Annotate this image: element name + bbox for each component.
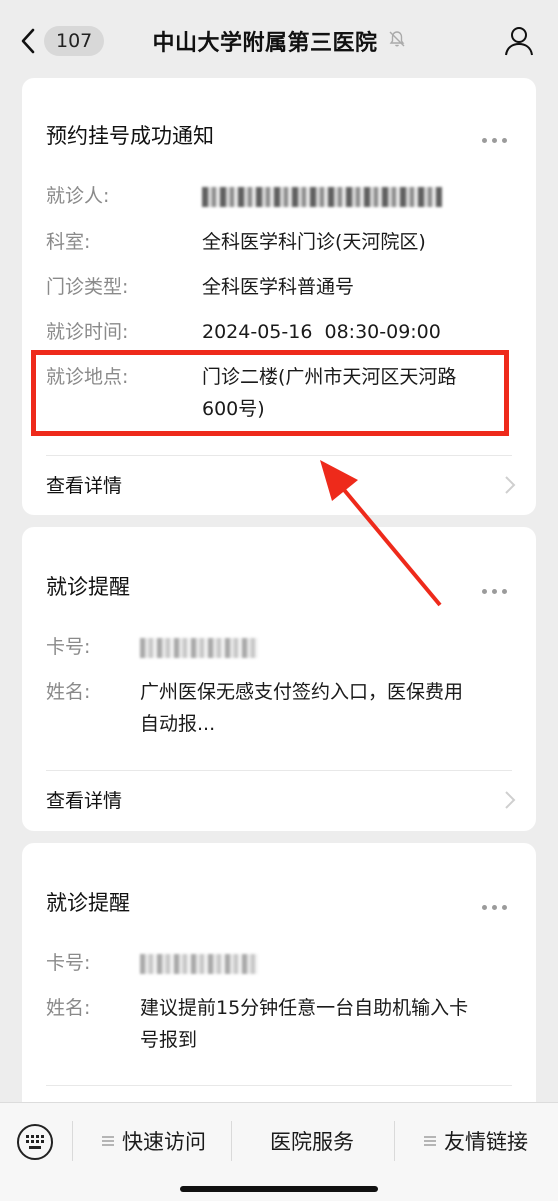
info-row-visit-time: 就诊时间: 2024-05-16 08:30-09:00 xyxy=(46,316,512,348)
view-details-link[interactable]: 查看详情 xyxy=(22,455,536,515)
unread-count-badge: 107 xyxy=(44,26,105,56)
field-label: 就诊时间: xyxy=(46,321,129,343)
field-value: 全科医学科普通号 xyxy=(202,276,355,298)
info-row-clinic-type: 门诊类型: 全科医学科普通号 xyxy=(46,271,512,303)
more-icon[interactable] xyxy=(482,128,512,143)
field-value: 广州医保无感支付签约入口，医保费用 自动报... xyxy=(140,676,463,740)
divider xyxy=(46,1085,512,1086)
card-title: 预约挂号成功通知 xyxy=(46,124,214,148)
field-label: 科室: xyxy=(46,231,91,253)
mute-bell-icon xyxy=(388,30,406,52)
card-title: 就诊提醒 xyxy=(46,575,130,599)
menu-lines-icon xyxy=(102,1136,114,1146)
name-line-2: 号报到 xyxy=(140,1029,198,1051)
info-row-department: 科室: 全科医学科门诊(天河院区) xyxy=(46,226,512,258)
info-row-card-number: 卡号: xyxy=(46,631,512,663)
more-icon[interactable] xyxy=(482,895,512,910)
menu-label: 快速访问 xyxy=(122,1130,206,1154)
chevron-left-icon xyxy=(21,28,35,54)
visit-reminder-card-2: 就诊提醒 卡号: 姓名: 建议提前15分钟任意一台自助机输入卡 号报到 xyxy=(22,843,536,1143)
field-value: 全科医学科门诊(天河院区) xyxy=(202,231,426,253)
profile-icon[interactable] xyxy=(502,24,536,58)
field-label: 卡号: xyxy=(46,952,91,974)
menu-friendly-links[interactable]: 友情链接 xyxy=(396,1117,556,1165)
card-title: 就诊提醒 xyxy=(46,891,130,915)
menu-label: 友情链接 xyxy=(444,1130,528,1154)
info-row-name: 姓名: 广州医保无感支付签约入口，医保费用 自动报... xyxy=(46,676,512,740)
view-details-label: 查看详情 xyxy=(46,790,123,812)
card-number-redacted xyxy=(140,947,258,979)
separator xyxy=(72,1121,73,1161)
more-icon[interactable] xyxy=(482,579,512,594)
field-value: 建议提前15分钟任意一台自助机输入卡 号报到 xyxy=(140,992,468,1056)
menu-lines-icon xyxy=(424,1136,436,1146)
field-value: 2024-05-16 08:30-09:00 xyxy=(202,321,441,343)
visit-reminder-card: 就诊提醒 卡号: 姓名: 广州医保无感支付签约入口，医保费用 自动报... 查看… xyxy=(22,527,536,831)
page-title: 中山大学附属第三医院 xyxy=(152,31,378,56)
keyboard-toggle-icon[interactable] xyxy=(16,1123,54,1161)
home-indicator xyxy=(180,1186,378,1192)
appointment-success-card: 预约挂号成功通知 就诊人: 科室: 全科医学科门诊(天河院区) 门诊类型: 全科… xyxy=(22,78,536,515)
name-line-1: 广州医保无感支付签约入口，医保费用 xyxy=(140,681,464,703)
separator xyxy=(394,1121,395,1161)
back-button[interactable]: 107 xyxy=(18,24,105,58)
highlight-box xyxy=(31,350,509,436)
name-line-2: 自动报... xyxy=(140,713,216,735)
field-label: 就诊人: xyxy=(46,185,110,207)
name-line-1: 建议提前15分钟任意一台自助机输入卡 xyxy=(140,997,469,1019)
menu-hospital-services[interactable]: 医院服务 xyxy=(232,1117,392,1165)
field-label: 姓名: xyxy=(46,997,91,1019)
field-label: 门诊类型: xyxy=(46,276,129,298)
field-label: 姓名: xyxy=(46,681,91,703)
info-row-name: 姓名: 建议提前15分钟任意一台自助机输入卡 号报到 xyxy=(46,992,512,1056)
chevron-right-icon xyxy=(505,476,516,494)
info-row-card-number: 卡号: xyxy=(46,947,512,979)
view-details-link[interactable]: 查看详情 xyxy=(22,770,536,830)
menu-quick-access[interactable]: 快速访问 xyxy=(78,1117,230,1165)
patient-value-redacted xyxy=(202,180,442,212)
chevron-right-icon xyxy=(505,791,516,809)
menu-label: 医院服务 xyxy=(270,1130,354,1154)
card-number-redacted xyxy=(140,631,258,663)
annotation-arrow-icon xyxy=(320,460,442,607)
top-bar: 107 中山大学附属第三医院 xyxy=(0,0,558,80)
view-details-label: 查看详情 xyxy=(46,475,123,497)
field-label: 卡号: xyxy=(46,636,91,658)
info-row-patient: 就诊人: xyxy=(46,180,512,212)
